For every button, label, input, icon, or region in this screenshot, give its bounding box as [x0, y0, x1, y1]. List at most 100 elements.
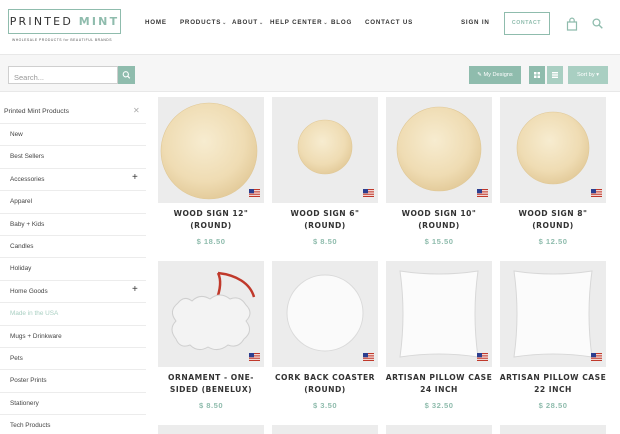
sidebar-item-label: Accessories — [10, 175, 45, 183]
product-name[interactable]: CORK BACK COASTER (ROUND) — [266, 372, 384, 396]
my-designs-button[interactable]: ✎ My Designs — [469, 66, 521, 84]
nav-products-label: PRODUCTS — [180, 19, 222, 26]
nav-products[interactable]: PRODUCTS⌄ — [180, 19, 227, 26]
product-image-partial[interactable] — [500, 425, 606, 434]
sidebar-item-poster-prints[interactable]: Poster Prints — [0, 369, 146, 391]
product-image[interactable] — [158, 261, 264, 367]
product-name[interactable]: WOOD SIGN 10" (ROUND) — [380, 208, 498, 232]
sidebar-item-made-in-usa[interactable]: Made in the USA — [0, 302, 146, 324]
product-price: $ 8.50 — [312, 237, 338, 246]
product-name-line1: ORNAMENT - ONE- — [168, 373, 254, 382]
sidebar-item-stationery[interactable]: Stationery — [0, 391, 146, 414]
us-flag-icon — [363, 189, 374, 197]
sort-by-dropdown[interactable]: Sort by ▾ — [568, 66, 608, 84]
product-name-line1: WOOD SIGN 8" — [518, 209, 588, 218]
my-designs-label: My Designs — [483, 72, 513, 78]
product-name[interactable]: ARTISAN PILLOW CASE 22 INCH — [494, 372, 612, 396]
product-name-line1: ARTISAN PILLOW CASE — [499, 373, 607, 382]
sidebar-item-new[interactable]: New — [0, 123, 146, 145]
sidebar-item-accessories[interactable]: Accessories + — [0, 167, 146, 190]
product-name[interactable]: WOOD SIGN 12" (ROUND) — [152, 208, 270, 232]
product-name[interactable]: WOOD SIGN 6" (ROUND) — [266, 208, 384, 232]
caret-down-icon: ▾ — [596, 72, 600, 78]
nav-blog[interactable]: BLOG — [331, 19, 352, 26]
product-image-partial[interactable] — [272, 425, 378, 434]
product-image[interactable] — [386, 261, 492, 367]
sidebar-item-apparel[interactable]: Apparel — [0, 190, 146, 212]
nav-about[interactable]: ABOUT⌄ — [232, 19, 264, 26]
us-flag-icon — [249, 189, 260, 197]
pillow-image — [513, 270, 593, 358]
sidebar-item-label: Holiday — [10, 265, 32, 273]
plus-icon[interactable]: + — [132, 172, 138, 183]
sidebar-item-baby-kids[interactable]: Baby + Kids — [0, 212, 146, 235]
product-name-line1: WOOD SIGN 10" — [401, 209, 477, 218]
product-name-line1: WOOD SIGN 6" — [290, 209, 360, 218]
sidebar-item-pets[interactable]: Pets — [0, 347, 146, 369]
list-view-icon — [552, 72, 558, 78]
sidebar-item-tech-products[interactable]: Tech Products — [0, 414, 146, 434]
nav-home-label: HOME — [145, 19, 167, 26]
search-input[interactable] — [9, 69, 113, 86]
us-flag-icon — [477, 189, 488, 197]
pillow-image — [399, 270, 479, 358]
nav-contact-us[interactable]: CONTACT US — [365, 19, 413, 26]
sign-in-link[interactable]: SIGN IN — [461, 19, 490, 26]
product-name-line2: (ROUND) — [304, 385, 346, 394]
search-field[interactable] — [8, 66, 118, 86]
product-name[interactable]: ARTISAN PILLOW CASE 24 INCH — [380, 372, 498, 396]
sidebar-item-label: New — [10, 131, 23, 138]
chevron-down-icon: ⌄ — [323, 20, 329, 26]
product-name-line2: 24 INCH — [420, 385, 458, 394]
product-image[interactable] — [158, 97, 264, 203]
grid-view-button[interactable] — [529, 66, 545, 84]
sidebar-item-holiday[interactable]: Holiday — [0, 257, 146, 279]
product-image-partial[interactable] — [386, 425, 492, 434]
product-image[interactable] — [500, 261, 606, 367]
sidebar-item-mugs-drinkware[interactable]: Mugs + Drinkware — [0, 324, 146, 347]
product-name-line1: ARTISAN PILLOW CASE — [385, 373, 493, 382]
logo-word-printed: PRINTED — [9, 15, 79, 28]
product-image[interactable] — [272, 261, 378, 367]
sidebar-title: Printed Mint Products — [4, 108, 69, 115]
grid-view-icon — [534, 72, 540, 78]
list-view-button[interactable] — [547, 66, 563, 84]
plus-icon[interactable]: + — [132, 284, 138, 295]
wood-sign-image — [516, 111, 590, 185]
close-icon[interactable]: ✕ — [133, 106, 140, 115]
product-image[interactable] — [272, 97, 378, 203]
logo[interactable]: PRINTED MINT — [8, 9, 121, 34]
sidebar-item-best-sellers[interactable]: Best Sellers — [0, 145, 146, 167]
product-price: $ 18.50 — [196, 237, 226, 246]
sidebar-item-home-goods[interactable]: Home Goods + — [0, 279, 146, 302]
us-flag-icon — [477, 353, 488, 361]
wood-sign-image — [160, 102, 258, 200]
sort-by-label: Sort by — [576, 72, 595, 78]
sidebar-item-candles[interactable]: Candles — [0, 235, 146, 257]
wood-sign-image — [396, 106, 482, 192]
product-image[interactable] — [500, 97, 606, 203]
nav-help-center[interactable]: HELP CENTER⌄ — [270, 19, 328, 26]
sidebar-item-label: Baby + Kids — [10, 220, 45, 228]
nav-about-label: ABOUT — [232, 19, 258, 26]
product-name[interactable]: WOOD SIGN 8" (ROUND) — [494, 208, 612, 232]
ornament-image — [171, 271, 256, 351]
wood-sign-image — [297, 119, 353, 175]
search-button[interactable] — [118, 66, 135, 84]
nav-help-center-label: HELP CENTER — [270, 19, 323, 26]
nav-blog-label: BLOG — [331, 19, 353, 26]
sidebar-item-label: Stationery — [10, 399, 39, 407]
pencil-icon: ✎ — [477, 72, 482, 78]
search-icon[interactable] — [592, 18, 603, 29]
sidebar-item-label: Mugs + Drinkware — [10, 332, 62, 340]
product-image-partial[interactable] — [158, 425, 264, 434]
nav-home[interactable]: HOME — [145, 19, 167, 26]
nav-contact-us-label: CONTACT US — [365, 19, 414, 26]
shopping-bag-icon[interactable] — [566, 17, 578, 31]
contact-button[interactable]: CONTACT — [504, 12, 550, 35]
product-name[interactable]: ORNAMENT - ONE- SIDED (BENELUX) — [152, 372, 270, 396]
product-name-line2: (ROUND) — [190, 221, 232, 230]
product-image[interactable] — [386, 97, 492, 203]
chevron-down-icon: ⌄ — [222, 20, 228, 26]
product-price: $ 28.50 — [538, 401, 568, 410]
